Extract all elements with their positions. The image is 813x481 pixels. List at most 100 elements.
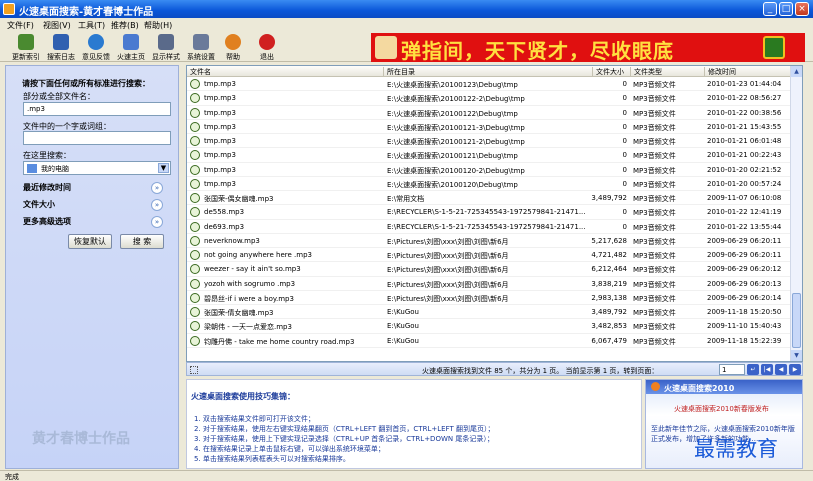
menu-help[interactable]: 帮助(H) xyxy=(144,20,172,31)
cell-size: 0 xyxy=(622,108,627,117)
cell-size: 2,983,138 xyxy=(591,293,627,302)
cell-size: 4,721,482 xyxy=(591,251,627,259)
go-page-icon[interactable]: ↵ xyxy=(747,364,759,375)
cell-modified: 2009-11-18 15:20:50 xyxy=(707,308,782,316)
table-row[interactable]: 梁朝伟 - 一天一点爱恋.mp3 E:\KuGou 3,482,853 MP3音频文件… xyxy=(187,319,791,334)
cell-directory: E:\常用文档 xyxy=(387,195,425,203)
table-row[interactable]: de558.mp3 E:\RECYCLER\S-1-5-21-725345543-… xyxy=(187,205,791,220)
page-input[interactable] xyxy=(719,364,745,375)
table-row[interactable]: 碧昂丝-if i were a boy.mp3 E:\Pictures\刘图\xx… xyxy=(187,291,791,305)
cell-directory: E:\RECYCLER\S-1-5-21-725345543-197257984… xyxy=(387,208,586,217)
search-heading: 请按下面任何或所有标准进行搜索： xyxy=(22,79,150,88)
cell-size: 0 xyxy=(622,80,627,88)
app-icon xyxy=(3,3,15,15)
search-button[interactable]: 搜 索 xyxy=(120,234,164,249)
table-row[interactable]: tmp.mp3 E:\火速桌面搜索\20100122\Debug\tmp 0 MP3音… xyxy=(187,106,791,120)
menu-recommend[interactable]: 推荐(B) xyxy=(111,20,139,31)
table-row[interactable]: 张国荣-倩女幽魂.mp3 E:\KuGou 3,489,792 MP3音频文件 2009… xyxy=(187,305,791,320)
cell-size: 0 xyxy=(622,94,627,103)
table-row[interactable]: tmp.mp3 E:\火速桌面搜索\20100122-2\Debug\tmp 0 MP… xyxy=(187,91,791,106)
cell-directory: E:\火速桌面搜索\20100121\Debug\tmp xyxy=(387,152,518,161)
home-button[interactable]: 火速主页 xyxy=(112,34,150,62)
status-bar: 完成 xyxy=(0,470,813,481)
location-select[interactable]: 我的电脑 ▼ xyxy=(23,161,171,175)
scroll-down-icon[interactable]: ▼ xyxy=(791,350,802,361)
display-style-button[interactable]: 显示样式 xyxy=(147,34,185,62)
cell-modified: 2009-11-10 15:40:43 xyxy=(707,322,782,331)
table-row[interactable]: tmp.mp3 E:\火速桌面搜索\20100121-2\Debug\tmp 0 MP… xyxy=(187,134,791,149)
help-button[interactable]: 帮助 xyxy=(214,34,252,62)
cell-type: MP3音频文件 xyxy=(633,294,676,303)
promo-panel[interactable]: 火速桌面搜索2010 火速桌面搜索2010新春版发布 至此新年佳节之际，火速桌面… xyxy=(645,379,803,469)
search-log-button[interactable]: 搜索日志 xyxy=(42,34,80,62)
cell-type: MP3音频文件 xyxy=(633,195,676,203)
expand-icon[interactable]: » xyxy=(151,199,163,211)
table-row[interactable]: weezer - say it ain't so.mp3 E:\Pictures\… xyxy=(187,262,791,277)
first-page-icon[interactable]: |◀ xyxy=(761,364,773,375)
maximize-button[interactable]: □ xyxy=(779,2,793,16)
table-row[interactable]: 张国荣-偶女幽魂.mp3 E:\常用文档 3,489,792 MP3音频文件 2009-… xyxy=(187,191,791,206)
pager-bar: 火速桌面搜索找到文件 85 个，共分为 1 页。 当前显示第 1 页，转到页面：… xyxy=(186,362,803,376)
table-row[interactable]: yozoh with sogrumo .mp3 E:\Pictures\刘图\xx… xyxy=(187,277,791,291)
watermark: 最需教育 xyxy=(694,437,778,461)
expand-icon[interactable]: » xyxy=(151,216,163,228)
cell-type: MP3音频文件 xyxy=(633,209,676,218)
column-header-size[interactable]: 文件大小 xyxy=(592,67,624,76)
table-row[interactable]: tmp.mp3 E:\火速桌面搜索\20100120\Debug\tmp 0 MP3音… xyxy=(187,177,791,191)
vertical-scrollbar[interactable]: ▲ ▼ xyxy=(790,66,802,361)
scroll-thumb[interactable] xyxy=(792,293,801,348)
table-row[interactable]: tmp.mp3 E:\火速桌面搜索\20100121-3\Debug\tmp 0 MP… xyxy=(187,120,791,134)
cell-type: MP3音频文件 xyxy=(633,138,676,146)
expand-icon[interactable]: » xyxy=(151,182,163,194)
exit-button[interactable]: 退出 xyxy=(248,34,286,62)
gift-icon xyxy=(763,36,785,59)
cell-directory: E:\火速桌面搜索\20100120\Debug\tmp xyxy=(387,180,518,189)
filename-input[interactable] xyxy=(23,102,171,116)
next-page-icon[interactable]: ▶ xyxy=(789,364,801,375)
tips-title: 火速桌面搜索使用技巧集锦： xyxy=(191,392,295,401)
cell-type: MP3音频文件 xyxy=(633,337,676,346)
minimize-button[interactable]: _ xyxy=(763,2,777,16)
column-header-modified[interactable]: 修改时间 xyxy=(704,67,736,76)
cell-filename: yozoh with sogrumo .mp3 xyxy=(204,279,296,288)
table-row[interactable]: neverknow.mp3 E:\Pictures\刘图\xxx\刘图\刘图\新6… xyxy=(187,234,791,248)
table-row[interactable]: 钧雕丹佛 - take me home country road.mp3 E:\K… xyxy=(187,334,791,348)
content-input[interactable] xyxy=(23,131,171,145)
cell-type: MP3音频文件 xyxy=(633,166,676,175)
reset-defaults-button[interactable]: 恢复默认 xyxy=(68,234,112,249)
cell-size: 6,212,464 xyxy=(591,265,627,274)
chevron-down-icon[interactable]: ▼ xyxy=(158,163,169,173)
column-header-type[interactable]: 文件类型 xyxy=(630,67,662,76)
cell-modified: 2010-01-20 02:21:52 xyxy=(707,165,782,174)
cell-modified: 2009-11-18 15:22:39 xyxy=(707,336,782,345)
table-row[interactable]: de693.mp3 E:\RECYCLER\S-1-5-21-725345543-… xyxy=(187,220,791,234)
feedback-button[interactable]: 意见反馈 xyxy=(77,34,115,62)
menu-tools[interactable]: 工具(T) xyxy=(78,20,105,31)
section-advanced-options[interactable]: 更多高级选项 xyxy=(23,216,71,227)
cell-modified: 2009-06-29 06:20:12 xyxy=(707,265,782,274)
update-index-button[interactable]: 更新索引 xyxy=(7,34,45,62)
scroll-up-icon[interactable]: ▲ xyxy=(791,66,802,77)
banner-text: 弹指间，天下贤才，尽收眼底 xyxy=(401,39,674,63)
cell-modified: 2009-06-29 06:20:11 xyxy=(707,236,782,245)
section-modified-time[interactable]: 最近修改时间 xyxy=(23,182,71,193)
promo-header: 火速桌面搜索2010 xyxy=(646,380,802,394)
section-file-size[interactable]: 文件大小 xyxy=(23,199,55,210)
cell-filename: de693.mp3 xyxy=(204,222,245,231)
display-style-icon xyxy=(158,34,174,50)
table-row[interactable]: tmp.mp3 E:\火速桌面搜索\20100120-2\Debug\tmp 0 MP… xyxy=(187,163,791,177)
column-header-name[interactable]: 文件名 xyxy=(187,67,211,76)
menu-view[interactable]: 视图(V) xyxy=(43,20,71,31)
tip-line: 5. 单击搜索结果列表框表头可以对搜索结果排序。 xyxy=(194,455,350,463)
menu-file[interactable]: 文件(F) xyxy=(7,20,34,31)
cell-size: 3,482,853 xyxy=(591,322,627,331)
table-row[interactable]: tmp.mp3 E:\火速桌面搜索\20100121\Debug\tmp 0 MP3音… xyxy=(187,148,791,163)
cell-type: MP3音频文件 xyxy=(633,152,676,161)
table-row[interactable]: tmp.mp3 E:\火速桌面搜索\20100123\Debug\tmp 0 MP3音… xyxy=(187,77,791,92)
prev-page-icon[interactable]: ◀ xyxy=(775,364,787,375)
cell-type: MP3音频文件 xyxy=(633,123,676,132)
ad-banner[interactable]: 弹指间，天下贤才，尽收眼底 xyxy=(371,33,805,63)
close-button[interactable]: × xyxy=(795,2,809,16)
column-header-directory[interactable]: 所在目录 xyxy=(383,67,415,76)
table-row[interactable]: not going anywhere here .mp3 E:\Pictures\… xyxy=(187,248,791,263)
